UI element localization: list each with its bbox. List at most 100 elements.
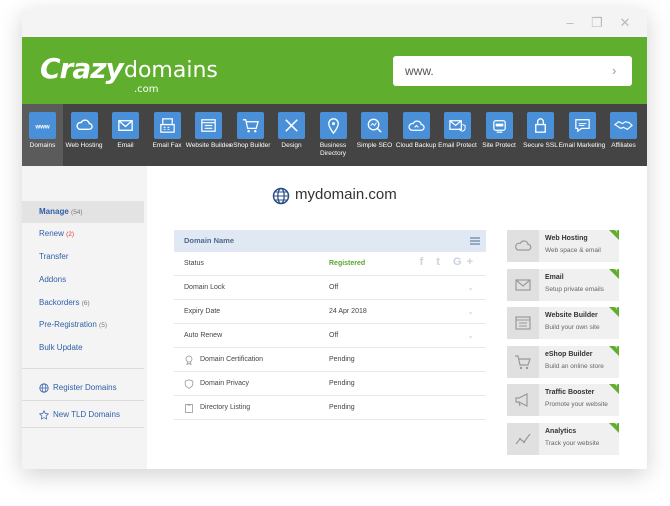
star-icon: [39, 410, 49, 420]
promo-eshop-builder[interactable]: eShop Builder Build an online store +: [507, 345, 619, 378]
promo-subtitle: Promote your website: [545, 401, 608, 408]
plus-icon: +: [609, 306, 619, 317]
row-label: Domain Lock: [184, 284, 225, 291]
row-label: Status: [184, 260, 204, 267]
globe-icon: [272, 187, 290, 205]
sidebar-item-count: (54): [71, 209, 83, 216]
table-row-domain-certification[interactable]: Domain Certification Pending: [174, 348, 486, 372]
sidebar-item-label: Backorders: [39, 298, 80, 307]
nav-item-email-fax[interactable]: Email Fax: [147, 104, 188, 166]
plus-icon: +: [609, 268, 619, 279]
nav-item-email[interactable]: Email: [105, 104, 146, 166]
new-tld-domains-label: New TLD Domains: [53, 410, 120, 419]
register-domains-link[interactable]: Register Domains: [39, 380, 144, 396]
map-pin-icon: [319, 112, 347, 139]
domain-search: ›: [393, 56, 632, 86]
plus-icon: +: [609, 422, 619, 433]
row-value: Pending: [329, 380, 355, 387]
chevron-down-icon[interactable]: ⌄: [467, 283, 474, 292]
maximize-button[interactable]: ❐: [589, 15, 605, 31]
sidebar-item-count: (5): [99, 322, 107, 329]
sidebar-item-label: Pre-Registration: [39, 320, 97, 329]
nav-item-cloud-backup[interactable]: Cloud Backup: [396, 104, 437, 166]
social-share-icons[interactable]: f t G+: [420, 256, 478, 268]
sidebar-item-pre-registration[interactable]: Pre-Registration (5): [22, 314, 144, 336]
promo-email[interactable]: Email Setup private emails +: [507, 268, 619, 301]
table-row-domain-privacy[interactable]: Domain Privacy Pending: [174, 372, 486, 396]
sidebar-item-manage[interactable]: Manage (54): [22, 201, 144, 223]
handshake-icon: [610, 112, 637, 139]
shield-icon: [184, 379, 194, 389]
promo-subtitle: Web space & email: [545, 247, 601, 254]
chevron-down-icon[interactable]: ⌄: [467, 331, 474, 340]
nav-item-domains[interactable]: www Domains: [22, 104, 63, 166]
row-label: Expiry Date: [184, 308, 221, 315]
table-row-expiry-date[interactable]: Expiry Date 24 Apr 2018 ⌄: [174, 300, 486, 324]
sidebar-item-label: Addons: [39, 275, 67, 284]
register-domains-label: Register Domains: [53, 383, 117, 392]
sidebar-item-transfer[interactable]: Transfer: [22, 246, 144, 268]
promo-web-hosting[interactable]: Web Hosting Web space & email +: [507, 229, 619, 262]
nav-item-web-hosting[interactable]: Web Hosting: [64, 104, 105, 166]
sidebar-divider: [22, 427, 144, 428]
sidebar-item-bulk-update[interactable]: Bulk Update: [22, 337, 144, 359]
promo-traffic-booster[interactable]: Traffic Booster Promote your website +: [507, 383, 619, 416]
promo-website-builder[interactable]: Website Builder Build your own site +: [507, 306, 619, 339]
promo-subtitle: Build an online store: [545, 362, 604, 370]
nav-item-email-marketing[interactable]: Email Marketing: [559, 104, 605, 166]
site-header: Crazy domains .com ›: [22, 37, 647, 104]
promo-subtitle: Setup private emails: [545, 285, 604, 293]
sidebar-divider: [22, 368, 144, 369]
nav-item-site-protect[interactable]: Site Protect: [479, 104, 520, 166]
sidebar-item-addons[interactable]: Addons: [22, 269, 144, 291]
sidebar-item-backorders[interactable]: Backorders (6): [22, 292, 144, 314]
minimize-button[interactable]: –: [562, 15, 578, 31]
new-tld-domains-link[interactable]: New TLD Domains: [39, 407, 144, 423]
domain-search-input[interactable]: [393, 56, 603, 86]
certificate-icon: [185, 355, 193, 365]
table-row-auto-renew[interactable]: Auto Renew Off ⌄: [174, 324, 486, 348]
website-icon: [195, 112, 222, 139]
sidebar-item-label: Renew: [39, 229, 64, 238]
design-tools-icon: [278, 112, 305, 139]
logo-domains-text: domains: [124, 58, 218, 83]
nav-item-business-directory[interactable]: Business Directory: [313, 104, 354, 166]
nav-item-design[interactable]: Design: [271, 104, 312, 166]
nav-item-simple-seo[interactable]: Simple SEO: [354, 104, 395, 166]
menu-icon[interactable]: [470, 237, 480, 245]
seo-icon: [361, 112, 388, 139]
crazy-domains-logo[interactable]: Crazy domains .com: [40, 52, 230, 95]
table-row-domain-lock[interactable]: Domain Lock Off ⌄: [174, 276, 486, 300]
row-label: Domain Privacy: [200, 380, 250, 387]
plus-icon: +: [609, 229, 619, 240]
promo-analytics[interactable]: Analytics Track your website +: [507, 422, 619, 455]
browser-window: – ❐ ✕ Crazy domains .com › www Domains W…: [22, 9, 647, 469]
nav-item-affiliates[interactable]: Affiliates: [603, 104, 644, 166]
nav-item-eshop-builder[interactable]: eShop Builder: [230, 104, 271, 166]
cloud-backup-icon: [402, 112, 430, 139]
nav-item-email-protect[interactable]: Email Protect: [437, 104, 478, 166]
row-label: Directory Listing: [200, 404, 251, 411]
title-bar: – ❐ ✕: [22, 9, 647, 37]
nav-item-website-builder[interactable]: Website Builder: [186, 104, 231, 166]
close-button[interactable]: ✕: [617, 15, 633, 31]
promo-title: Web Hosting: [545, 235, 588, 242]
chevron-down-icon[interactable]: ⌄: [467, 307, 474, 316]
sidebar-item-renew[interactable]: Renew (2): [22, 223, 144, 245]
robot-icon: [485, 112, 513, 139]
plus-icon: +: [609, 383, 619, 394]
nav-item-secure-ssl[interactable]: Secure SSL: [520, 104, 561, 166]
logo-com-text: .com: [134, 84, 159, 95]
table-row-directory-listing[interactable]: Directory Listing Pending: [174, 396, 486, 420]
chevron-right-icon[interactable]: ›: [612, 64, 624, 78]
website-icon: [507, 307, 539, 339]
main-panel: mydomain.com Domain Name Status Register…: [147, 166, 647, 469]
chat-icon: [568, 112, 596, 139]
sidebar-item-count: (2): [66, 231, 75, 238]
product-nav: www Domains Web Hosting Email Email Fax …: [22, 104, 647, 166]
email-protect-icon: [444, 112, 471, 139]
promo-title: Email: [545, 273, 564, 281]
row-value: 24 Apr 2018: [329, 308, 367, 315]
envelope-icon: [112, 112, 139, 139]
sidebar-item-label: Transfer: [39, 252, 69, 261]
